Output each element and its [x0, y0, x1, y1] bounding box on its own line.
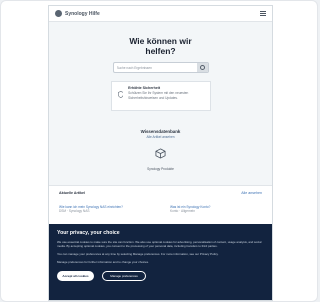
hamburger-icon[interactable] [260, 11, 266, 16]
cube-icon [155, 148, 166, 159]
info-card-title: Erhöhte Sicherheit [128, 86, 161, 90]
section-heading: Wissensdatenbank [140, 129, 181, 134]
consent-text: Manage preferences for further informati… [57, 260, 149, 264]
section-link[interactable]: Alle Artikel ansehen [49, 135, 272, 139]
product-tile-label: Synology Produkte [147, 167, 174, 171]
article-meta: DSM · Synology NAS [59, 209, 90, 214]
page-title-line-2: helfen? [145, 46, 176, 56]
shield-icon [117, 91, 124, 98]
articles-title: Aktuelle Artikel [59, 191, 86, 195]
info-card-text: Schützen Sie Ihr System mit den neuesten… [128, 91, 189, 100]
logo-icon [55, 10, 62, 17]
site-header: Synology Hilfe [49, 6, 272, 22]
consent-text: You can manage your preferences at any t… [57, 252, 219, 256]
outer-card: Synology Hilfe Wie können wir helfen? Er… [0, 0, 318, 302]
search-bar [112, 62, 209, 73]
consent-actions: Accept all cookies Manage preferences [57, 271, 266, 281]
page-frame: Synology Hilfe Wie können wir helfen? Er… [48, 5, 273, 301]
article-item[interactable]: Wie kann ich mein Synology NAS einrichte… [59, 205, 151, 213]
article-item[interactable]: Was ist ein Synology Konto? Konto · Allg… [170, 205, 262, 213]
info-card-body: Erhöhte Sicherheit Schützen Sie Ihr Syst… [128, 86, 205, 106]
articles-grid: Wie kann ich mein Synology NAS einrichte… [59, 205, 262, 213]
product-tile[interactable]: Synology Produkte [141, 146, 181, 171]
consent-text: We use essential cookies to make sure th… [57, 240, 262, 248]
consent-title: Your privacy, your choice [57, 230, 120, 236]
manage-preferences-button[interactable]: Manage preferences [102, 271, 146, 281]
accept-cookies-button[interactable]: Accept all cookies [57, 271, 94, 281]
cookie-consent-banner: Your privacy, your choice We use essenti… [49, 224, 272, 300]
page-title-line-1: Wie können wir [129, 36, 192, 46]
articles-all-link[interactable]: Alle ansehen [241, 191, 262, 195]
article-meta: Konto · Allgemein [170, 209, 195, 214]
site-logo[interactable]: Synology Hilfe [65, 11, 100, 17]
search-icon [199, 65, 205, 70]
articles-header: Aktuelle Artikel Alle ansehen [59, 191, 262, 195]
search-button[interactable] [196, 63, 208, 72]
page-title: Wie können wir helfen? [49, 36, 272, 56]
search-input[interactable] [113, 65, 197, 70]
security-info-card[interactable]: Erhöhte Sicherheit Schützen Sie Ihr Syst… [110, 81, 211, 111]
